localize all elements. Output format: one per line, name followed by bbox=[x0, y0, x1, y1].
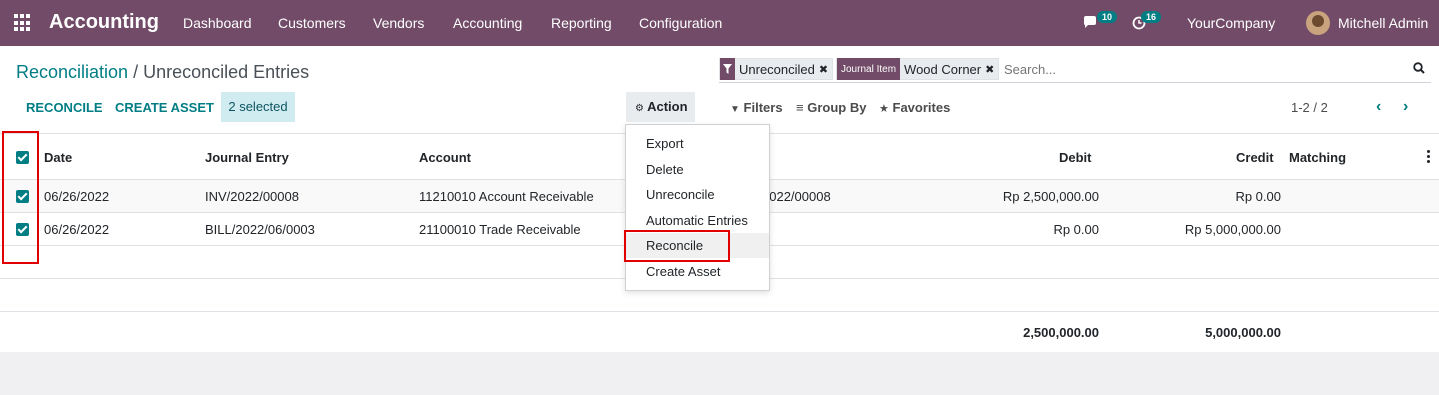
facet-unreconciled: Unreconciled ✖ bbox=[719, 58, 834, 80]
filter-icon bbox=[720, 58, 735, 80]
column-credit[interactable]: Credit bbox=[1236, 150, 1274, 165]
column-options-icon[interactable] bbox=[1427, 150, 1430, 165]
menu-item-unreconcile[interactable]: Unreconcile bbox=[626, 182, 769, 207]
action-button[interactable]: ⚙ Action bbox=[626, 92, 695, 122]
reconcile-button[interactable]: RECONCILE bbox=[26, 100, 103, 115]
control-panel: Reconciliation / Unreconciled Entries RE… bbox=[0, 46, 1439, 133]
breadcrumb-current: Unreconciled Entries bbox=[143, 62, 310, 82]
favorites-button[interactable]: ★ Favorites bbox=[879, 100, 950, 115]
cell-debit: Rp 2,500,000.00 bbox=[1002, 189, 1099, 204]
group-by-label: Group By bbox=[807, 100, 867, 115]
apps-menu-icon[interactable] bbox=[14, 14, 32, 32]
action-dropdown-menu: Export Delete Unreconcile Automatic Entr… bbox=[625, 124, 770, 291]
pager-next-icon[interactable]: › bbox=[1403, 98, 1408, 116]
list-icon: ≡ bbox=[796, 100, 804, 115]
nav-vendors[interactable]: Vendors bbox=[373, 15, 424, 31]
nav-customers[interactable]: Customers bbox=[278, 15, 346, 31]
breadcrumb-separator: / bbox=[128, 62, 144, 82]
remove-facet-icon[interactable]: ✖ bbox=[985, 63, 998, 76]
favorites-label: Favorites bbox=[892, 100, 951, 115]
facet-value: Unreconciled bbox=[739, 61, 815, 77]
filters-button[interactable]: ▼ Filters bbox=[730, 100, 783, 115]
cell-credit: Rp 5,000,000.00 bbox=[1184, 222, 1281, 237]
top-navbar: Accounting Dashboard Customers Vendors A… bbox=[0, 0, 1439, 46]
user-avatar[interactable] bbox=[1306, 11, 1330, 35]
cell-date: 06/26/2022 bbox=[44, 222, 110, 237]
page-background bbox=[0, 352, 1439, 395]
total-credit: 5,000,000.00 bbox=[1205, 325, 1281, 340]
cell-account: 21100010 Trade Receivable bbox=[419, 222, 581, 237]
app-brand[interactable]: Accounting bbox=[49, 11, 159, 34]
column-account[interactable]: Account bbox=[419, 150, 471, 165]
menu-item-create-asset[interactable]: Create Asset bbox=[626, 259, 769, 284]
cell-journal-entry: BILL/2022/06/0003 bbox=[205, 222, 315, 237]
facet-label: Journal Item bbox=[837, 58, 901, 80]
column-date[interactable]: Date bbox=[44, 150, 72, 165]
group-by-button[interactable]: ≡ Group By bbox=[796, 100, 866, 115]
facet-value: Wood Corner bbox=[904, 61, 982, 77]
selected-count-badge: 2 selected bbox=[221, 92, 295, 122]
nav-configuration[interactable]: Configuration bbox=[639, 15, 722, 31]
pager-previous-icon[interactable]: ‹ bbox=[1376, 98, 1381, 116]
facet-journal-item: Journal Item Wood Corner ✖ bbox=[836, 58, 1000, 80]
cell-debit: Rp 0.00 bbox=[1053, 222, 1099, 237]
gear-icon: ⚙ bbox=[635, 103, 644, 114]
cell-label: 2022/00008 bbox=[762, 189, 831, 204]
search-icon[interactable] bbox=[1413, 62, 1425, 74]
menu-item-export[interactable]: Export bbox=[626, 131, 769, 156]
cell-journal-entry: INV/2022/00008 bbox=[205, 189, 299, 204]
action-label: Action bbox=[647, 99, 688, 114]
search-input[interactable] bbox=[1004, 62, 1384, 77]
cell-date: 06/26/2022 bbox=[44, 189, 110, 204]
menu-item-delete[interactable]: Delete bbox=[626, 157, 769, 182]
activities-badge: 16 bbox=[1141, 11, 1162, 23]
column-debit[interactable]: Debit bbox=[1059, 150, 1092, 165]
nav-dashboard[interactable]: Dashboard bbox=[183, 15, 252, 31]
nav-reporting[interactable]: Reporting bbox=[551, 15, 612, 31]
remove-facet-icon[interactable]: ✖ bbox=[819, 63, 832, 76]
pager-value[interactable]: 1-2 / 2 bbox=[1291, 100, 1328, 115]
nav-accounting[interactable]: Accounting bbox=[453, 15, 522, 31]
column-journal-entry[interactable]: Journal Entry bbox=[205, 150, 289, 165]
breadcrumb-parent[interactable]: Reconciliation bbox=[16, 62, 128, 82]
filters-label: Filters bbox=[743, 100, 783, 115]
messages-badge: 10 bbox=[1097, 11, 1118, 23]
cell-account: 11210010 Account Receivable bbox=[419, 189, 594, 204]
column-matching[interactable]: Matching bbox=[1289, 150, 1346, 165]
search-bar: Unreconciled ✖ Journal Item Wood Corner … bbox=[719, 56, 1431, 83]
cell-credit: Rp 0.00 bbox=[1235, 189, 1281, 204]
reconcile-highlight bbox=[624, 230, 730, 262]
company-switcher[interactable]: YourCompany bbox=[1187, 15, 1275, 31]
table-footer: 2,500,000.00 5,000,000.00 bbox=[0, 311, 1439, 353]
breadcrumb: Reconciliation / Unreconciled Entries bbox=[16, 62, 309, 83]
filter-icon: ▼ bbox=[730, 104, 740, 115]
star-icon: ★ bbox=[879, 103, 889, 115]
create-asset-button[interactable]: CREATE ASSET bbox=[115, 100, 214, 115]
total-debit: 2,500,000.00 bbox=[1023, 325, 1099, 340]
user-menu[interactable]: Mitchell Admin bbox=[1338, 15, 1428, 31]
checkbox-highlight bbox=[2, 131, 39, 264]
